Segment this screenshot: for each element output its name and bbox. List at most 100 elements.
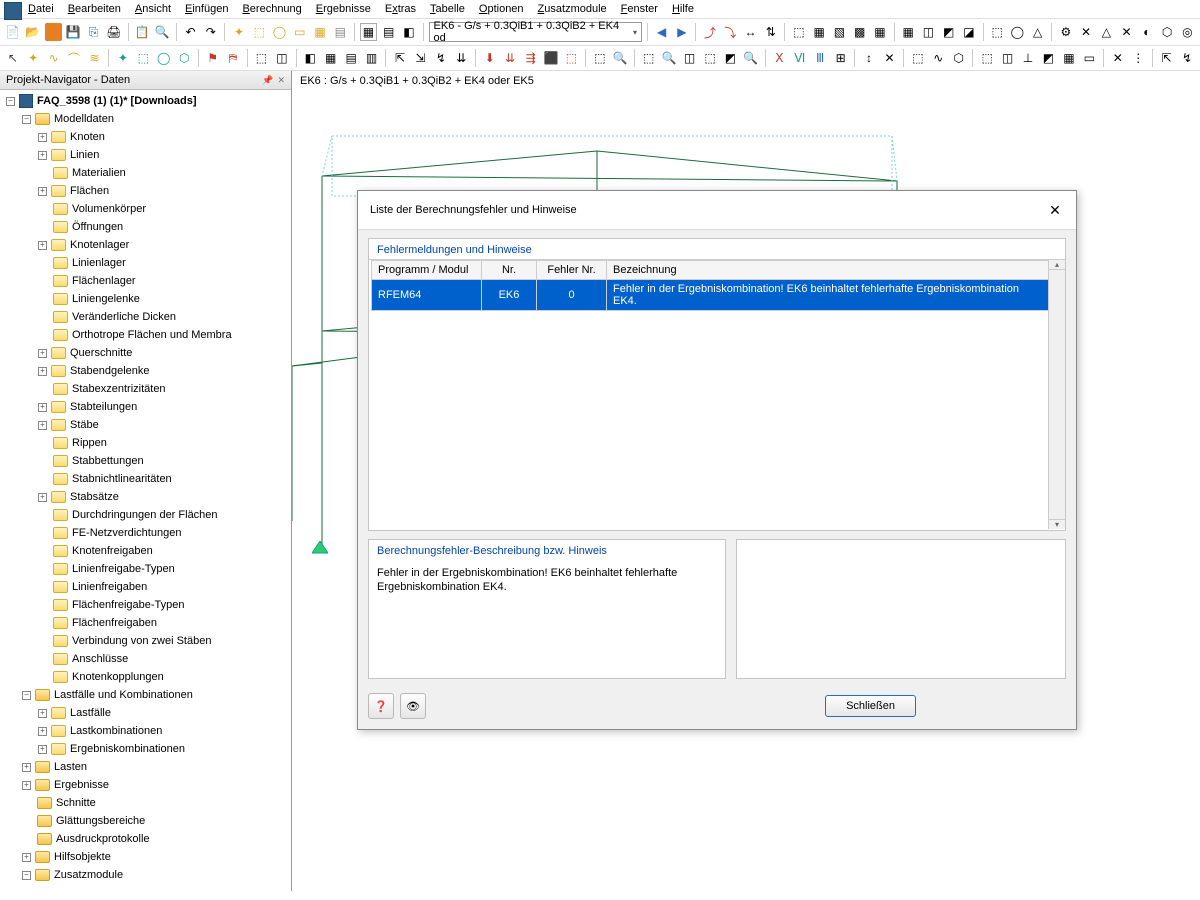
- scrollbar[interactable]: [1048, 260, 1065, 529]
- tree-item[interactable]: Rippen: [0, 434, 291, 452]
- tree-item[interactable]: +Linien: [0, 146, 291, 164]
- tree-item[interactable]: Ausdruckprotokolle: [0, 830, 291, 848]
- tree-item[interactable]: +Querschnitte: [0, 344, 291, 362]
- saveall-icon[interactable]: ⎘: [85, 23, 102, 41]
- tool-icon[interactable]: ⬚: [978, 49, 995, 67]
- tree-item[interactable]: +Stäbe: [0, 416, 291, 434]
- tool-icon[interactable]: ▦: [811, 23, 828, 41]
- menu-hilfe[interactable]: Hilfe: [672, 3, 694, 15]
- expand-icon[interactable]: +: [38, 241, 47, 250]
- tree-item[interactable]: Schnitte: [0, 794, 291, 812]
- tool-icon[interactable]: ∿: [930, 49, 947, 67]
- result-icon[interactable]: ⇅: [762, 23, 779, 41]
- tool-icon[interactable]: ▧: [831, 23, 848, 41]
- col-program[interactable]: Programm / Modul: [372, 261, 482, 280]
- tree-item[interactable]: Knotenkopplungen: [0, 668, 291, 686]
- result-icon[interactable]: ⤵: [722, 23, 739, 41]
- tree-item[interactable]: Flächenfreigabe-Typen: [0, 596, 291, 614]
- tool-icon[interactable]: ▥: [363, 49, 380, 67]
- redo-icon[interactable]: [202, 23, 219, 41]
- tool-icon[interactable]: ↯: [1178, 49, 1195, 67]
- expand-icon[interactable]: +: [38, 187, 47, 196]
- col-nr[interactable]: Nr.: [482, 261, 537, 280]
- tree-item[interactable]: Orthotrope Flächen und Membra: [0, 326, 291, 344]
- tool-icon[interactable]: ⬚: [989, 23, 1006, 41]
- tool-icon[interactable]: ⌒: [65, 49, 82, 67]
- tool-icon[interactable]: ✕: [1077, 23, 1094, 41]
- tool-icon[interactable]: ◩: [940, 23, 957, 41]
- close-button[interactable]: Schließen: [825, 695, 916, 717]
- expand-icon[interactable]: +: [22, 781, 31, 790]
- tree-item[interactable]: Stabnichtlinearitäten: [0, 470, 291, 488]
- menu-einfuegen[interactable]: Einfügen: [185, 3, 228, 15]
- tool-icon[interactable]: ◯: [1009, 23, 1026, 41]
- error-table[interactable]: Programm / Modul Nr. Fehler Nr. Bezeichn…: [371, 260, 1049, 311]
- tool-icon[interactable]: ▩: [851, 23, 868, 41]
- tree-item[interactable]: −FAQ_3598 (1) (1)* [Downloads]: [0, 92, 291, 110]
- tool-icon[interactable]: ▦: [322, 49, 339, 67]
- table-toggle-icon[interactable]: ▦: [360, 23, 377, 41]
- tool-icon[interactable]: ⬚: [251, 23, 268, 41]
- tool-icon[interactable]: ∿: [45, 49, 62, 67]
- tree-item[interactable]: Veränderliche Dicken: [0, 308, 291, 326]
- col-fehler-nr[interactable]: Fehler Nr.: [537, 261, 607, 280]
- tree-item[interactable]: +Ergebniskombinationen: [0, 740, 291, 758]
- tree-item[interactable]: Knotenfreigaben: [0, 542, 291, 560]
- tool-icon[interactable]: ⇊: [501, 49, 518, 67]
- close-panel-icon[interactable]: ✕: [277, 75, 285, 86]
- menu-extras[interactable]: Extras: [385, 3, 416, 15]
- tool-icon[interactable]: ◧: [400, 23, 417, 41]
- tree-item[interactable]: +Lasten: [0, 758, 291, 776]
- tree-item[interactable]: +Lastkombinationen: [0, 722, 291, 740]
- tool-icon[interactable]: ▤: [332, 23, 349, 41]
- tree-item[interactable]: +Lastfälle: [0, 704, 291, 722]
- tree-item[interactable]: Öffnungen: [0, 218, 291, 236]
- tree-item[interactable]: Flächenfreigaben: [0, 614, 291, 632]
- tool-icon[interactable]: ⬇: [481, 49, 498, 67]
- tool-icon[interactable]: ▦: [900, 23, 917, 41]
- expand-icon[interactable]: +: [22, 763, 31, 772]
- tool-icon[interactable]: ⬡: [1158, 23, 1175, 41]
- expand-icon[interactable]: +: [38, 151, 47, 160]
- tool-icon[interactable]: ⇶: [522, 49, 539, 67]
- collapse-icon[interactable]: −: [22, 871, 31, 880]
- collapse-icon[interactable]: −: [6, 97, 15, 106]
- tool-icon[interactable]: ◫: [999, 49, 1016, 67]
- next-icon[interactable]: [673, 23, 690, 41]
- collapse-icon[interactable]: −: [22, 115, 31, 124]
- tool-icon[interactable]: ▦: [871, 23, 888, 41]
- tool-icon[interactable]: ⇲: [412, 49, 429, 67]
- table-row[interactable]: RFEM64 EK6 0 Fehler in der Ergebniskombi…: [372, 280, 1049, 311]
- tool-icon[interactable]: ⬚: [909, 49, 926, 67]
- tree-item[interactable]: Liniengelenke: [0, 290, 291, 308]
- expand-icon[interactable]: +: [38, 403, 47, 412]
- expand-icon[interactable]: +: [38, 709, 47, 718]
- tool-icon[interactable]: ⋮: [1129, 49, 1146, 67]
- print-icon[interactable]: [105, 23, 122, 41]
- tree-item[interactable]: +Stabsätze: [0, 488, 291, 506]
- tool-icon[interactable]: ⇱: [1158, 49, 1175, 67]
- prev-icon[interactable]: [653, 23, 670, 41]
- tool-icon[interactable]: ⇊: [453, 49, 470, 67]
- tool-icon[interactable]: ▤: [342, 49, 359, 67]
- tree-item[interactable]: +Flächen: [0, 182, 291, 200]
- tool-icon[interactable]: ✦: [114, 49, 131, 67]
- tool-icon[interactable]: ⬛: [542, 49, 559, 67]
- tool-icon[interactable]: ◯: [155, 49, 172, 67]
- tool-icon[interactable]: ✕: [1109, 49, 1126, 67]
- menu-fenster[interactable]: Fenster: [621, 3, 658, 15]
- tree-item[interactable]: +Ergebnisse: [0, 776, 291, 794]
- tool-icon[interactable]: ⬚: [563, 49, 580, 67]
- tool-icon[interactable]: ⚙: [1057, 23, 1074, 41]
- pin-icon[interactable]: 📌: [262, 75, 273, 86]
- tool-icon[interactable]: ◫: [920, 23, 937, 41]
- tree-item[interactable]: +Knotenlager: [0, 236, 291, 254]
- tool-icon[interactable]: ◎: [1179, 23, 1196, 41]
- tool-icon[interactable]: ◩: [1040, 49, 1057, 67]
- tree-item[interactable]: Glättungsbereiche: [0, 812, 291, 830]
- tree-item[interactable]: Stabbettungen: [0, 452, 291, 470]
- eye-icon[interactable]: 👁: [400, 693, 426, 719]
- collapse-icon[interactable]: −: [22, 691, 31, 700]
- tool-icon[interactable]: ▭: [1081, 49, 1098, 67]
- tool-icon[interactable]: ⇱: [391, 49, 408, 67]
